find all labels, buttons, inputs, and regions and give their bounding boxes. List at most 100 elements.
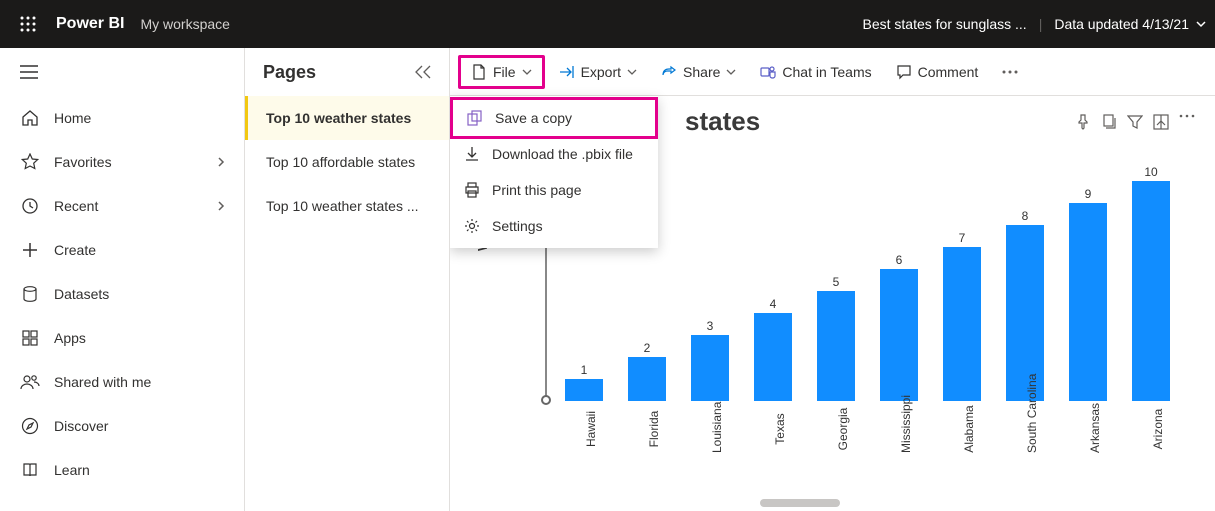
bar-value-label: 8: [1022, 209, 1029, 223]
chevron-down-icon: [726, 67, 736, 77]
teams-icon: [760, 64, 776, 80]
visual-actions: [1075, 114, 1195, 130]
chevron-right-icon: [216, 157, 226, 167]
bar[interactable]: 5: [812, 275, 860, 401]
print-icon: [464, 182, 480, 198]
comment-label: Comment: [918, 64, 979, 80]
star-icon: [20, 153, 40, 171]
chevron-down-icon: [1195, 18, 1207, 30]
bar-value-label: 5: [833, 275, 840, 289]
data-updated-button[interactable]: Data updated 4/13/21: [1054, 16, 1207, 32]
nav-collapse-button[interactable]: [0, 48, 244, 96]
nav-recent[interactable]: Recent: [0, 184, 244, 228]
horizontal-scrollbar[interactable]: [760, 499, 840, 507]
chat-teams-button[interactable]: Chat in Teams: [750, 58, 881, 86]
page-tab-weather[interactable]: Top 10 weather states: [245, 96, 449, 140]
nav-discover[interactable]: Discover: [0, 404, 244, 448]
more-icon[interactable]: [1179, 114, 1195, 130]
nav-learn[interactable]: Learn: [0, 448, 244, 492]
report-canvas: File Export Share Chat in Teams Comment: [450, 48, 1215, 511]
bar-value-label: 10: [1144, 165, 1157, 179]
settings-item[interactable]: Settings: [450, 208, 658, 244]
page-tab-weather-2[interactable]: Top 10 weather states ...: [245, 184, 449, 228]
bar-value-label: 7: [959, 231, 966, 245]
workspace-label[interactable]: My workspace: [140, 16, 229, 32]
bar[interactable]: 10: [1127, 165, 1175, 401]
bar-value-label: 3: [707, 319, 714, 333]
book-icon: [20, 461, 40, 479]
pages-pane: Pages Top 10 weather states Top 10 affor…: [245, 48, 450, 511]
share-menu-button[interactable]: Share: [651, 58, 746, 86]
brand-label[interactable]: Power BI: [56, 15, 124, 33]
nav-shared[interactable]: Shared with me: [0, 360, 244, 404]
app-launcher-icon[interactable]: [8, 4, 48, 44]
clock-icon: [20, 197, 40, 215]
more-options-button[interactable]: [992, 64, 1028, 80]
print-label: Print this page: [492, 182, 582, 198]
divider: |: [1039, 16, 1043, 32]
page-tab-affordable[interactable]: Top 10 affordable states: [245, 140, 449, 184]
print-page-item[interactable]: Print this page: [450, 172, 658, 208]
nav-label: Apps: [54, 330, 86, 346]
nav-home[interactable]: Home: [0, 96, 244, 140]
plus-icon: [20, 241, 40, 259]
chevron-down-icon: [627, 67, 637, 77]
bar[interactable]: 6: [875, 253, 923, 401]
nav-label: Learn: [54, 462, 90, 478]
apps-icon: [20, 329, 40, 347]
compass-icon: [20, 417, 40, 435]
report-title[interactable]: Best states for sunglass ...: [863, 16, 1027, 32]
copy-icon[interactable]: [1101, 114, 1117, 130]
global-header: Power BI My workspace Best states for su…: [0, 0, 1215, 48]
comment-icon: [896, 64, 912, 80]
nav-label: Recent: [54, 198, 98, 214]
bar-value-label: 2: [644, 341, 651, 355]
nav-label: Shared with me: [54, 374, 151, 390]
share-icon: [661, 64, 677, 80]
focus-icon[interactable]: [1153, 114, 1169, 130]
bar[interactable]: 8: [1001, 209, 1049, 401]
export-menu-button[interactable]: Export: [549, 58, 647, 86]
ellipsis-icon: [1002, 70, 1018, 74]
nav-datasets[interactable]: Datasets: [0, 272, 244, 316]
bar-value-label: 9: [1085, 187, 1092, 201]
nav-create[interactable]: Create: [0, 228, 244, 272]
file-menu-button[interactable]: File: [458, 55, 545, 89]
database-icon: [20, 285, 40, 303]
nav-label: Datasets: [54, 286, 109, 302]
nav-label: Home: [54, 110, 91, 126]
file-icon: [471, 64, 487, 80]
bar[interactable]: 3: [686, 319, 734, 401]
export-icon: [559, 64, 575, 80]
nav-label: Create: [54, 242, 96, 258]
file-dropdown: Save a copy Download the .pbix file Prin…: [450, 96, 658, 248]
chevron-right-icon: [216, 201, 226, 211]
settings-label: Settings: [492, 218, 543, 234]
gear-icon: [464, 218, 480, 234]
chevron-down-icon: [522, 67, 532, 77]
nav-label: Favorites: [54, 154, 112, 170]
collapse-pane-icon[interactable]: [415, 65, 431, 79]
bar[interactable]: 2: [623, 341, 671, 401]
download-label: Download the .pbix file: [492, 146, 633, 162]
home-icon: [20, 109, 40, 127]
share-label: Share: [683, 64, 720, 80]
filter-icon[interactable]: [1127, 114, 1143, 130]
bar[interactable]: 9: [1064, 187, 1112, 401]
comment-button[interactable]: Comment: [886, 58, 989, 86]
nav-favorites[interactable]: Favorites: [0, 140, 244, 184]
axis-handle-bottom[interactable]: [541, 395, 551, 405]
bar-value-label: 4: [770, 297, 777, 311]
bar[interactable]: 4: [749, 297, 797, 401]
download-pbix-item[interactable]: Download the .pbix file: [450, 136, 658, 172]
chat-label: Chat in Teams: [782, 64, 871, 80]
nav-label: Discover: [54, 418, 108, 434]
export-label: Export: [581, 64, 621, 80]
bar[interactable]: 7: [938, 231, 986, 401]
people-icon: [20, 373, 40, 391]
pin-icon[interactable]: [1075, 114, 1091, 130]
bar[interactable]: 1: [560, 363, 608, 401]
nav-apps[interactable]: Apps: [0, 316, 244, 360]
bar-value-label: 1: [581, 363, 588, 377]
save-copy-item[interactable]: Save a copy: [450, 97, 658, 139]
